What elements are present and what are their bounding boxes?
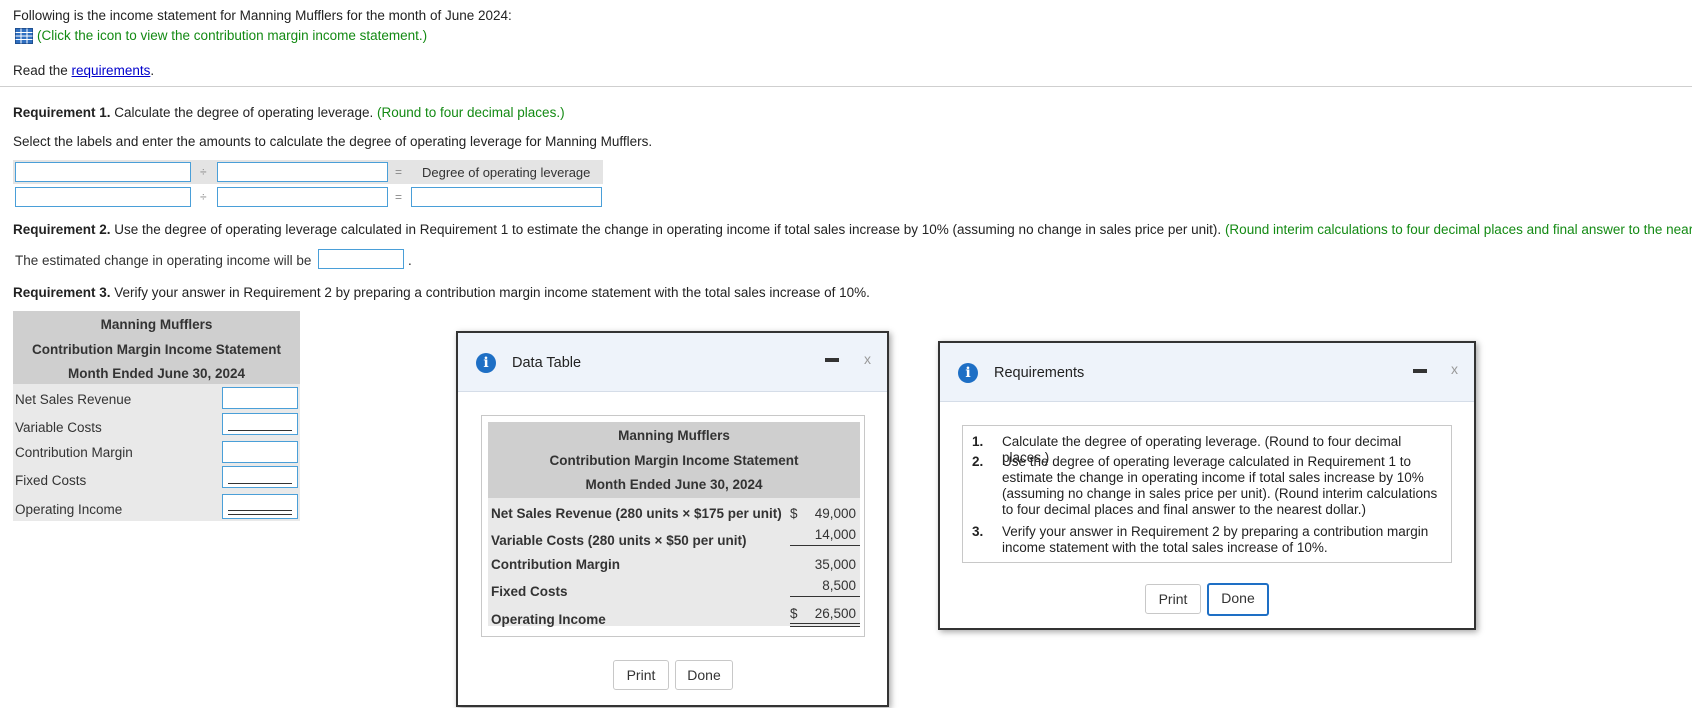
statement-row-label: Variable Costs [15,420,102,435]
statement-row-label: Net Sales Revenue [15,392,132,407]
req2-text: Use the degree of operating leverage cal… [110,222,1222,237]
operating-income-input[interactable] [222,494,298,519]
read-requirements-line: Read the requirements. [13,63,154,78]
statement-row-label: Contribution Margin [15,445,133,460]
intro-text: Following is the income statement for Ma… [13,8,512,23]
divide-operator: ÷ [200,165,207,179]
minimize-icon[interactable] [825,358,839,362]
icon-note[interactable]: (Click the icon to view the contribution… [37,28,427,43]
equals-operator: = [395,165,403,179]
req1-line: Requirement 1. Calculate the degree of o… [13,105,565,120]
dialog-title: Requirements [994,365,1085,381]
equals-operator: = [395,190,403,204]
data-table-frame: Manning Mufflers Contribution Margin Inc… [481,415,865,637]
underline [790,545,860,546]
data-table-row-label: Operating Income [491,612,606,627]
data-table-company: Manning Mufflers [618,428,730,443]
data-table-value: 35,000 [814,557,856,572]
req1-hint: (Round to four decimal places.) [373,105,565,120]
double-underline [790,623,860,627]
req2-line: Requirement 2. Use the degree of operati… [13,222,1692,237]
divide-operator: ÷ [200,190,207,204]
formula-amount-input-1[interactable] [15,187,191,207]
formula-label-select-1[interactable] [15,162,191,182]
underline [790,596,860,597]
req1-instruction: Select the labels and enter the amounts … [13,134,653,149]
fixed-costs-input[interactable] [222,466,298,488]
data-table-value: 26,500 [814,606,856,621]
requirements-link[interactable]: requirements [72,63,151,78]
requirement-text: Verify your answer in Requirement 2 by p… [1002,524,1429,555]
requirement-text: Use the degree of operating leverage cal… [1002,454,1438,517]
done-button[interactable]: Done [675,660,733,690]
print-button[interactable]: Print [1145,584,1201,614]
done-button[interactable]: Done [1207,583,1269,616]
data-table-row-label: Variable Costs (280 units × $50 per unit… [491,533,747,548]
data-table-dollar: $ [790,606,798,621]
data-table-period: Month Ended June 30, 2024 [585,477,763,492]
close-icon[interactable]: x [864,351,871,367]
req2-answer-suffix: . [408,253,412,268]
req1-text: Calculate the degree of operating levera… [110,105,374,120]
net-sales-revenue-input[interactable] [222,387,298,409]
divider [0,86,1692,87]
requirements-dialog: i Requirements x 1. Calculate the degree… [938,341,1476,630]
table-icon[interactable] [15,28,33,44]
dol-result-input[interactable] [411,187,602,207]
requirement-number: 1. [972,434,984,449]
req2-hint: (Round interim calculations to four deci… [1224,222,1692,237]
statement-header: Manning Mufflers Contribution Margin Inc… [13,311,300,384]
read-prefix: Read the [13,63,72,78]
requirement-number: 3. [972,524,984,539]
statement-company: Manning Mufflers [100,317,213,332]
info-icon: i [476,353,496,373]
dol-result-label: Degree of operating leverage [422,165,591,180]
formula-amount-input-2[interactable] [217,187,388,207]
statement-period: Month Ended June 30, 2024 [67,366,246,381]
dialog-title: Data Table [512,355,582,371]
formula-label-select-2[interactable] [217,162,388,182]
data-table-value: 8,500 [822,578,856,593]
print-button[interactable]: Print [613,660,669,690]
read-suffix: . [150,63,155,78]
requirement-number: 2. [972,454,984,469]
statement-row-label: Fixed Costs [15,473,87,488]
data-table-value: 49,000 [814,506,856,521]
data-table-value: 14,000 [814,527,856,542]
operating-income-change-input[interactable] [318,249,404,269]
data-table-row-label: Fixed Costs [491,584,568,599]
info-icon: i [958,363,978,383]
data-table-title: Contribution Margin Income Statement [549,453,799,468]
req3-text: Verify your answer in Requirement 2 by p… [110,285,870,300]
data-table-row-label: Net Sales Revenue (280 units × $175 per … [491,506,782,521]
data-table-row-label: Contribution Margin [491,557,620,572]
dialog-header: i Requirements x [940,343,1474,402]
close-icon[interactable]: x [1451,361,1458,377]
req3-line: Requirement 3. Verify your answer in Req… [13,285,870,300]
statement-row-label: Operating Income [15,502,123,517]
req2-answer-prefix: The estimated change in operating income… [15,253,312,268]
dialog-header: i Data Table x [458,333,887,392]
data-table-dollar: $ [790,506,798,521]
req3-heading: Requirement 3. [13,285,111,300]
data-table-dialog: i Data Table x Manning Mufflers Contribu… [456,331,889,707]
statement-title: Contribution Margin Income Statement [31,342,281,357]
contribution-margin-input[interactable] [222,441,298,463]
minimize-icon[interactable] [1413,369,1427,373]
req1-heading: Requirement 1. [13,105,111,120]
requirements-list: 1. Calculate the degree of operating lev… [962,425,1452,563]
req2-heading: Requirement 2. [13,222,111,237]
variable-costs-input[interactable] [222,413,298,435]
